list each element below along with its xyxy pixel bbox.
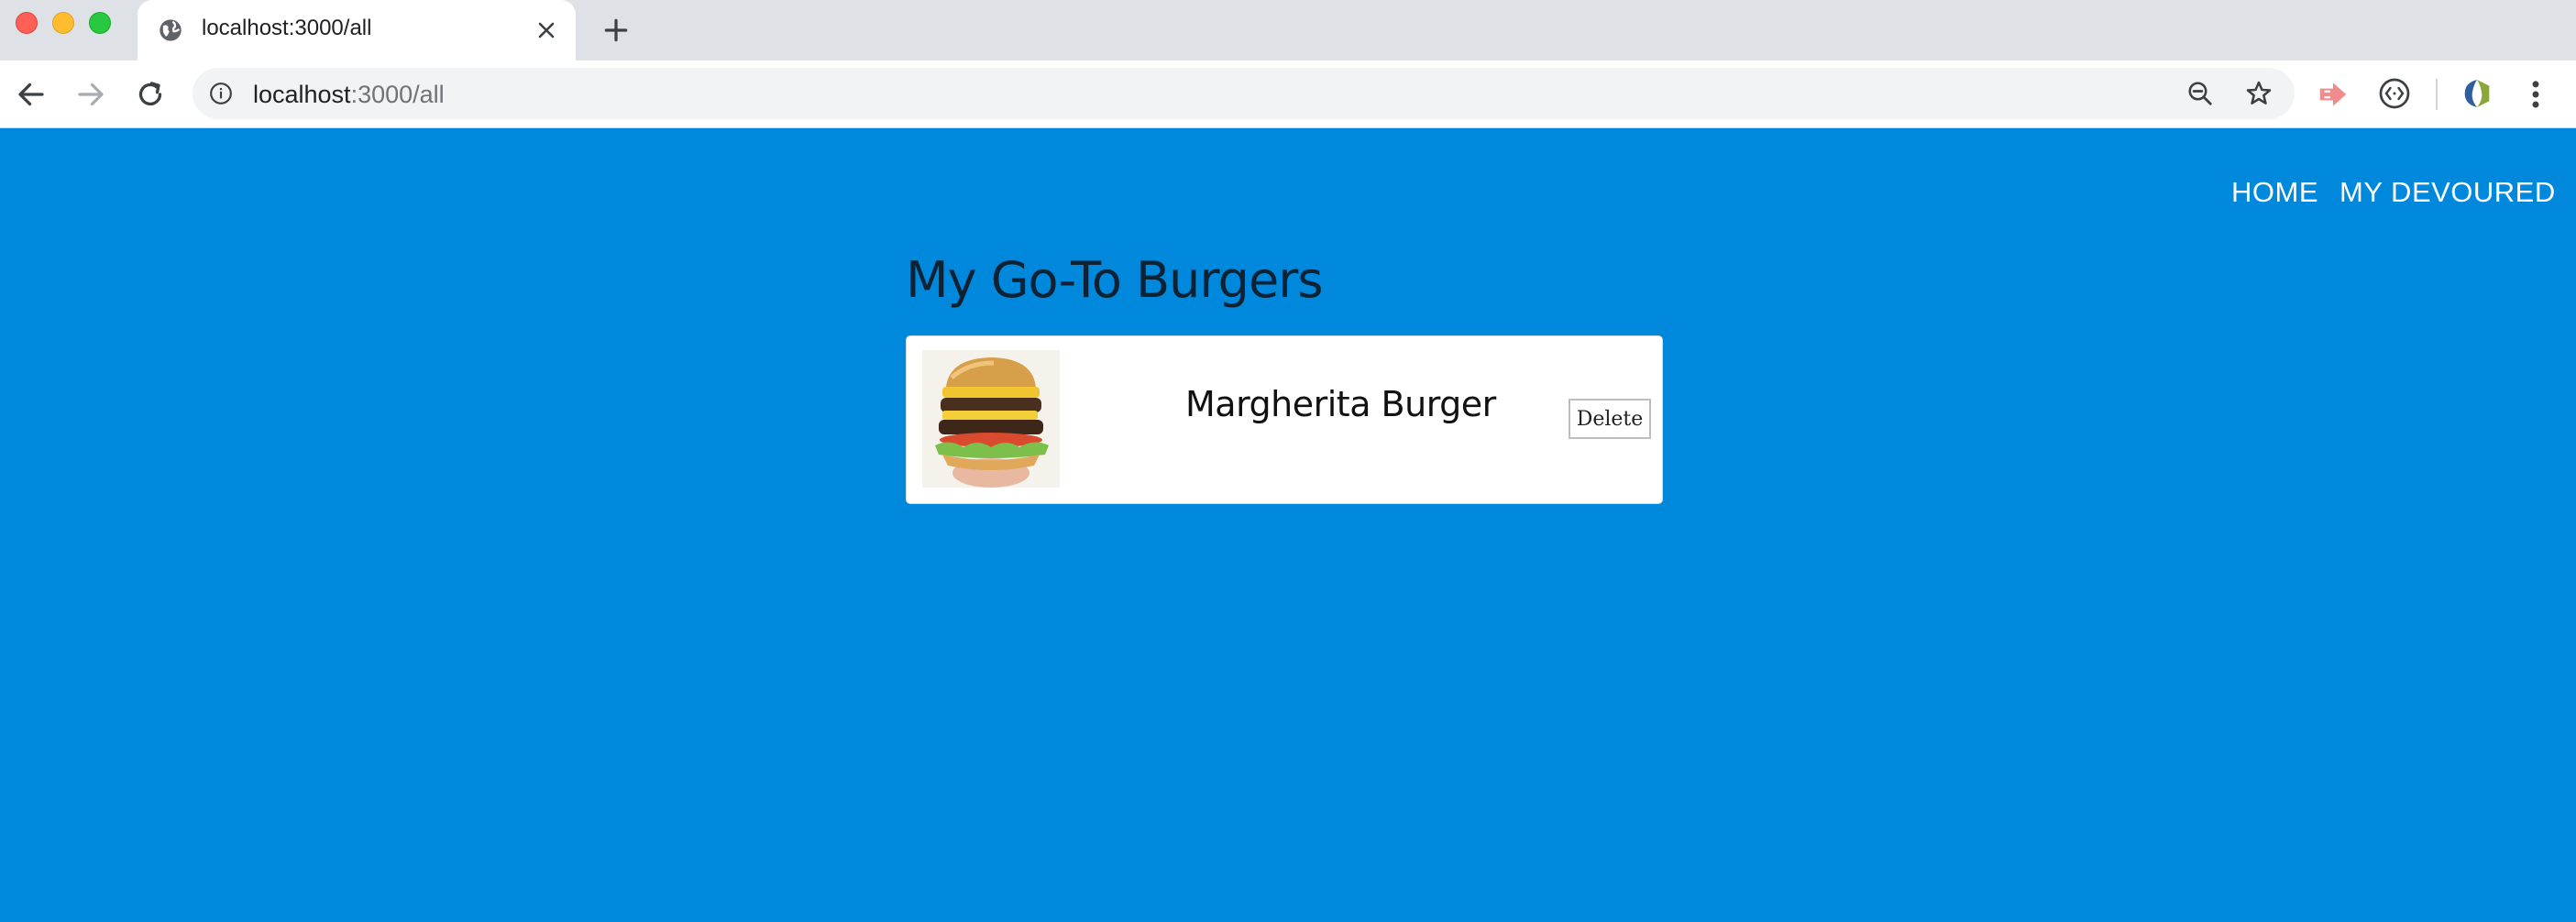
globe-icon bbox=[160, 19, 182, 41]
maximize-window-button[interactable] bbox=[89, 12, 111, 34]
bookmark-star-icon[interactable] bbox=[2244, 79, 2273, 108]
toolbar-divider bbox=[2436, 79, 2438, 110]
extension-arrow-icon[interactable] bbox=[2316, 77, 2350, 112]
reload-icon[interactable] bbox=[134, 78, 167, 111]
burger-card: Margherita Burger Delete bbox=[906, 335, 1663, 504]
tab-title: localhost:3000/all bbox=[202, 16, 372, 40]
browser-toolbar: localhost:3000/all bbox=[0, 60, 2576, 128]
url-path: :3000/all bbox=[350, 81, 445, 108]
close-window-button[interactable] bbox=[16, 12, 38, 34]
page-title: My Go-To Burgers bbox=[906, 251, 1323, 309]
zoom-out-icon[interactable] bbox=[2186, 80, 2214, 107]
forward-arrow-icon[interactable] bbox=[74, 78, 107, 111]
burger-image bbox=[922, 350, 1060, 488]
extension-code-icon[interactable] bbox=[2378, 77, 2411, 110]
address-bar[interactable]: localhost:3000/all bbox=[193, 68, 2295, 119]
nav-link-my-devoured[interactable]: MY DEVOURED bbox=[2339, 176, 2556, 209]
burger-name: Margherita Burger bbox=[1185, 384, 1496, 424]
minimize-window-button[interactable] bbox=[52, 12, 74, 34]
more-menu-icon[interactable] bbox=[2526, 77, 2545, 112]
page-content: HOME MY DEVOURED My Go-To Burgers Marghe… bbox=[0, 128, 2576, 922]
new-tab-icon[interactable] bbox=[601, 16, 631, 45]
back-arrow-icon[interactable] bbox=[15, 78, 48, 111]
info-icon[interactable] bbox=[209, 82, 233, 105]
url-host: localhost bbox=[253, 81, 351, 108]
nav-link-home[interactable]: HOME bbox=[2231, 176, 2318, 209]
close-tab-icon[interactable] bbox=[534, 17, 559, 43]
profile-extension-icon[interactable] bbox=[2459, 75, 2495, 112]
url-text[interactable]: localhost:3000/all bbox=[253, 81, 445, 109]
browser-tab-strip: localhost:3000/all bbox=[0, 0, 2576, 60]
delete-button[interactable]: Delete bbox=[1569, 399, 1651, 439]
browser-tab[interactable]: localhost:3000/all bbox=[138, 0, 576, 60]
